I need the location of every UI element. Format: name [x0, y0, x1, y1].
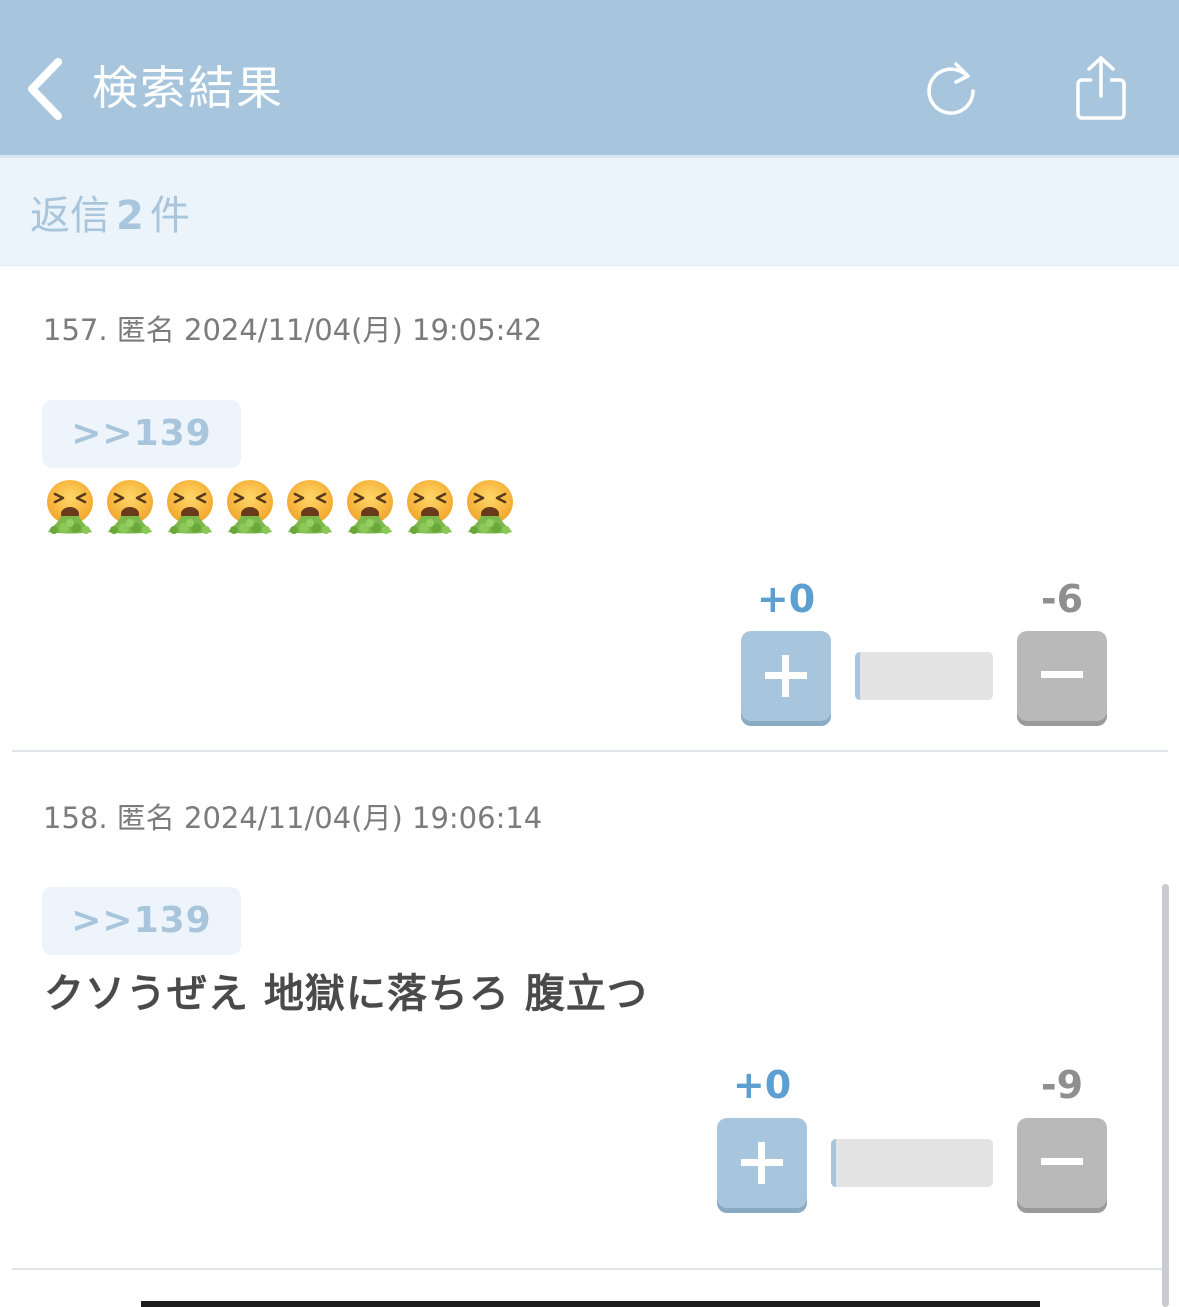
- reply-count-suffix: 件: [149, 193, 190, 239]
- vomiting-face-icon: [345, 478, 395, 536]
- minus-vote-button[interactable]: [1017, 1118, 1107, 1208]
- minus-score: -6: [1040, 577, 1084, 621]
- vomiting-face-icon: [225, 478, 275, 536]
- vote-ratio-bar: [831, 1139, 993, 1187]
- reply-anchor-link[interactable]: >>139: [42, 400, 241, 468]
- vomiting-face-icon: [285, 478, 335, 536]
- minus-score: -9: [1040, 1063, 1084, 1107]
- vomiting-face-icon: [45, 478, 95, 536]
- vomiting-face-icon: [105, 478, 155, 536]
- plus-score: +0: [732, 1063, 792, 1107]
- post-meta: 158. 匿名 2024/11/04(月) 19:06:14: [43, 801, 543, 835]
- chevron-left-icon[interactable]: [22, 56, 70, 122]
- scrollbar[interactable]: [1162, 884, 1169, 1307]
- vote-ratio-fill: [855, 652, 860, 700]
- vote-ratio-bar: [855, 652, 993, 700]
- navigation-bar: 検索結果: [0, 0, 1179, 155]
- reply-anchor-link[interactable]: >>139: [42, 887, 241, 955]
- post-divider: [12, 750, 1168, 752]
- minus-vote-button[interactable]: [1017, 631, 1107, 721]
- reply-count: 返信 2 件: [30, 190, 190, 242]
- vote-ratio-fill: [831, 1139, 836, 1187]
- reply-count-prefix: 返信: [30, 193, 110, 239]
- next-post-image: [141, 1301, 1040, 1307]
- vomiting-face-icon: [405, 478, 455, 536]
- page-title: 検索結果: [92, 61, 284, 115]
- plus-score: +0: [756, 577, 816, 621]
- reply-count-number: 2: [116, 193, 144, 239]
- vomiting-face-icon: [165, 478, 215, 536]
- vomiting-face-icon: [465, 478, 515, 536]
- reload-icon[interactable]: [922, 60, 980, 118]
- share-icon[interactable]: [1072, 54, 1130, 122]
- post-body-text: クソうぜえ 地獄に落ちろ 腹立つ: [44, 971, 648, 1017]
- post-meta: 157. 匿名 2024/11/04(月) 19:05:42: [43, 313, 543, 347]
- plus-vote-button[interactable]: [717, 1118, 807, 1208]
- post-divider: [12, 1268, 1168, 1270]
- post-emoji-row: [44, 478, 516, 538]
- plus-vote-button[interactable]: [741, 631, 831, 721]
